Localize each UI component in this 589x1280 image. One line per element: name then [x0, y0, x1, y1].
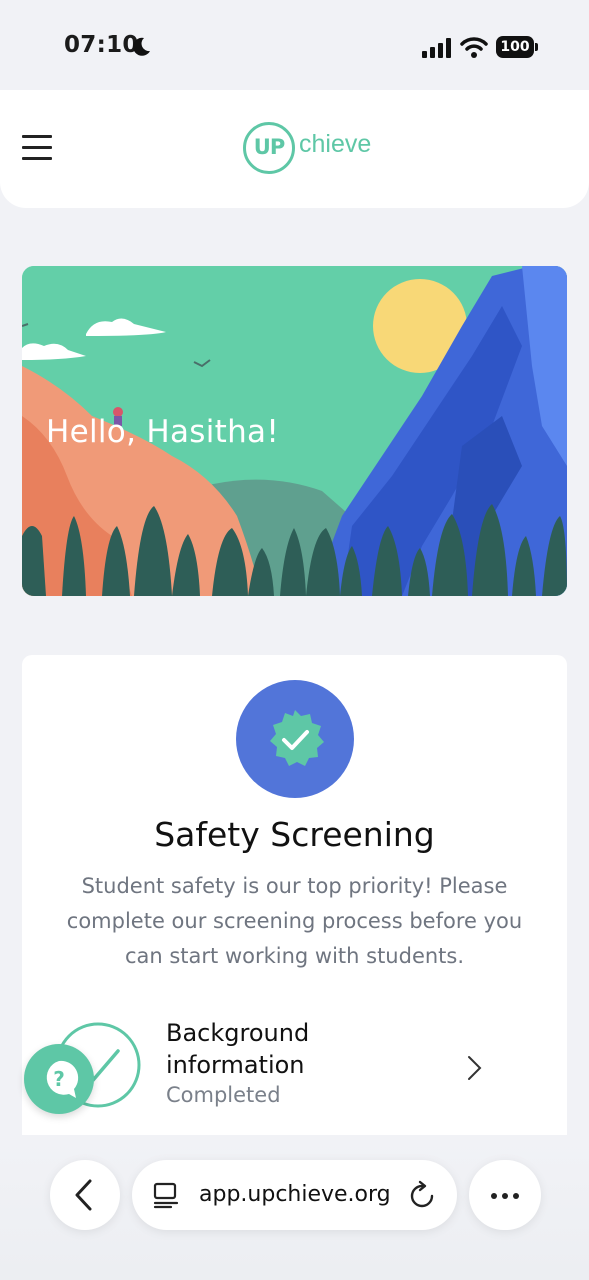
back-button[interactable] — [50, 1160, 120, 1230]
help-button[interactable]: ? — [24, 1044, 94, 1114]
welcome-banner: Hello, Hasitha! — [22, 266, 567, 596]
url-text: app.upchieve.org — [199, 1182, 391, 1207]
svg-text:?: ? — [53, 1067, 65, 1091]
verified-check-badge-icon — [236, 680, 354, 798]
upchieve-logo[interactable]: UP chieve — [243, 120, 383, 180]
address-bar[interactable]: app.upchieve.org — [132, 1160, 457, 1230]
hamburger-menu-icon[interactable] — [22, 135, 52, 161]
wifi-icon — [460, 37, 488, 58]
logo-text: chieve — [299, 130, 372, 158]
app-header: UP chieve — [0, 90, 589, 208]
logo-mark: UP — [243, 122, 295, 174]
status-bar: 07:10 100 — [0, 0, 589, 90]
card-title: Safety Screening — [154, 815, 435, 854]
card-description: Student safety is our top priority! Plea… — [66, 874, 523, 968]
tab-list-icon — [153, 1182, 179, 1209]
battery-level: 100 — [496, 36, 534, 58]
reload-icon[interactable] — [408, 1180, 438, 1210]
question-bubble-icon: ? — [46, 1060, 79, 1098]
step-status: Completed — [166, 1083, 281, 1107]
more-options-button[interactable] — [469, 1160, 541, 1230]
chevron-left-icon — [75, 1179, 92, 1211]
greeting-text: Hello, Hasitha! — [46, 414, 280, 450]
battery-icon: 100 — [496, 36, 540, 58]
safety-screening-card: Safety Screening Student safety is our t… — [22, 655, 567, 1135]
status-time: 07:10 — [64, 32, 139, 58]
step-label: Background information — [166, 1019, 310, 1079]
moon-icon — [133, 37, 150, 56]
step-background-information[interactable]: Background information Completed — [22, 1015, 567, 1115]
chevron-right-icon[interactable] — [462, 1053, 486, 1083]
signal-icon — [422, 38, 451, 58]
